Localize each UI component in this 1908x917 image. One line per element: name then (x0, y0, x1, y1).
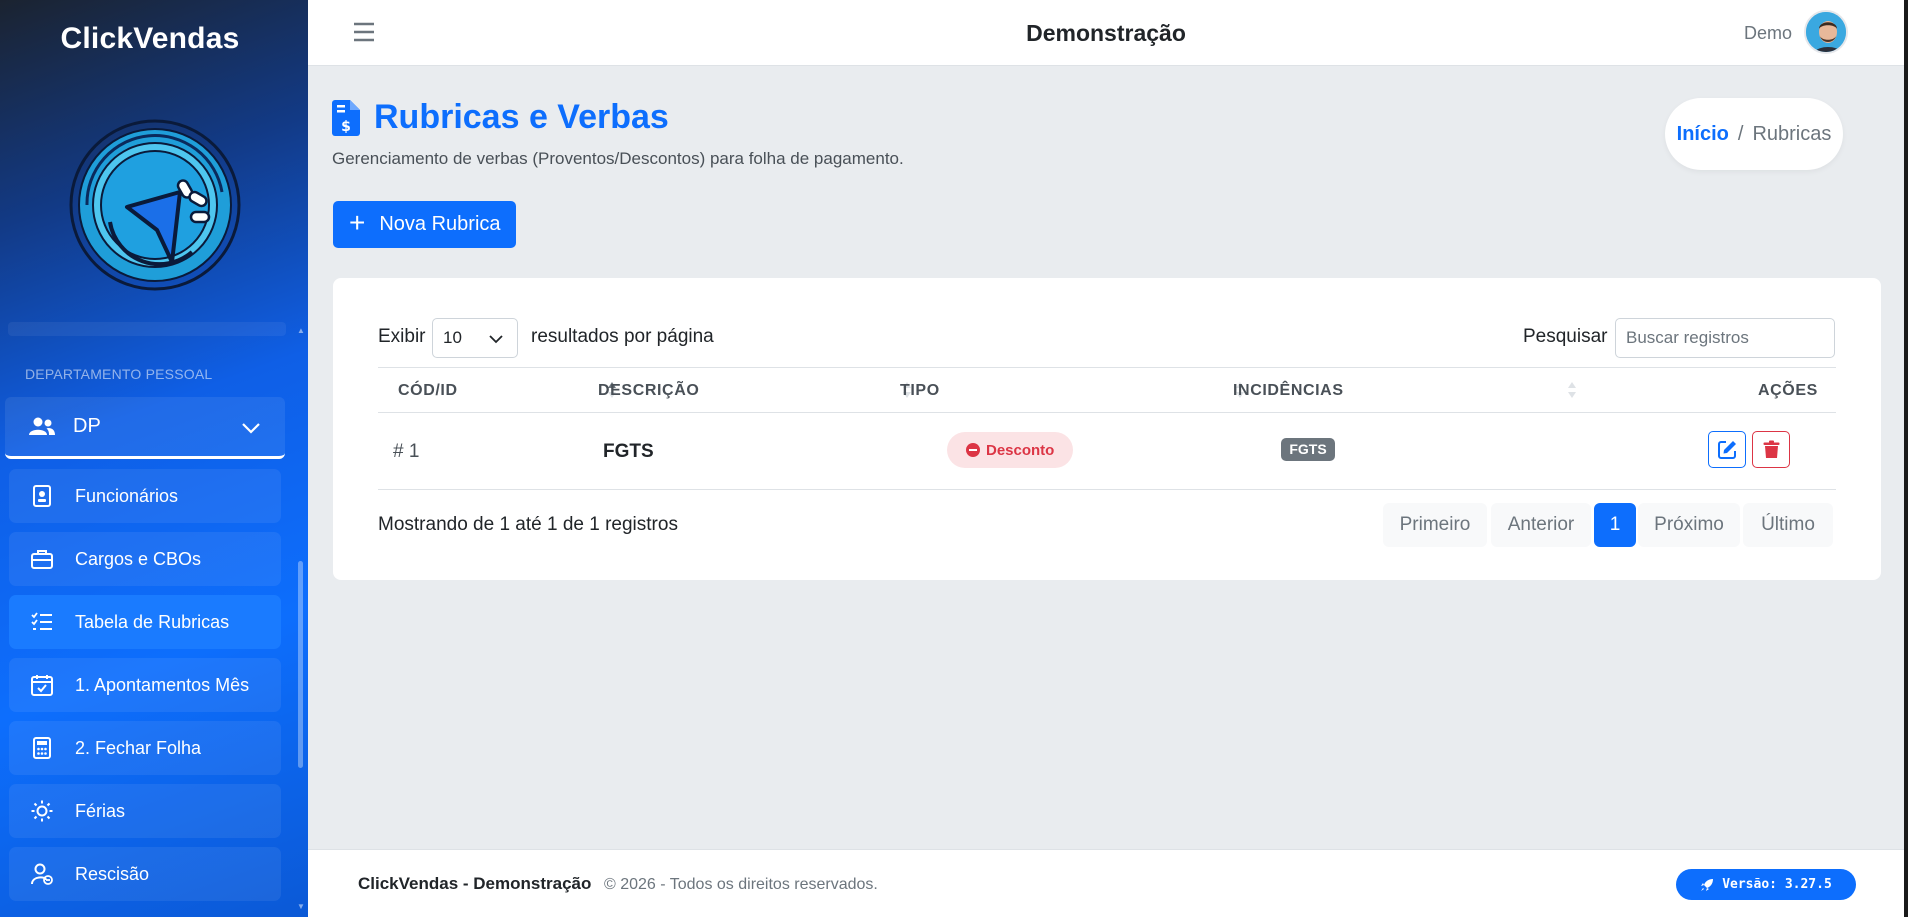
sidebar-divider (8, 322, 286, 336)
column-header-tipo[interactable]: TIPO (900, 382, 940, 400)
svg-text:$: $ (341, 119, 351, 135)
brand-logo (69, 119, 241, 291)
incidence-badge: FGTS (1281, 438, 1335, 461)
version-label: Versão: 3.27.5 (1722, 877, 1832, 892)
topbar: Demonstração Demo (308, 0, 1908, 66)
new-rubrica-label: Nova Rubrica (379, 213, 501, 235)
brand-name[interactable]: ClickVendas (0, 22, 300, 56)
page-title: Rubricas e Verbas (374, 98, 669, 136)
id-badge-icon (33, 485, 51, 507)
pagination-previous[interactable]: Anterior (1491, 503, 1591, 547)
sidebar-group-dp[interactable]: DP (5, 397, 285, 459)
sidebar-section-title: DEPARTAMENTO PESSOAL (25, 366, 213, 382)
badge-label: Desconto (986, 441, 1055, 459)
version-badge: Versão: 3.27.5 (1676, 869, 1856, 900)
footer-copyright: © 2026 - Todos os direitos reservados. (604, 876, 878, 893)
sidebar-scrollbar[interactable] (298, 561, 303, 768)
briefcase-icon (31, 550, 53, 569)
sidebar: ClickVendas DEPARTAMENTO PESSOAL DP Func… (0, 0, 308, 917)
sidebar-item-fechar-folha[interactable]: 2. Fechar Folha (9, 721, 281, 775)
user-avatar-icon (1806, 12, 1846, 52)
breadcrumb: Início / Rubricas (1665, 98, 1843, 170)
rocket-icon (1701, 878, 1714, 891)
breadcrumb-separator: / (1737, 122, 1744, 145)
sidebar-item-label: 1. Apontamentos Mês (75, 674, 250, 695)
page-length-select[interactable]: 10 (432, 318, 518, 358)
chevron-down-icon (242, 423, 260, 434)
calendar-check-icon (31, 675, 53, 696)
status-badge-desconto: Desconto (947, 432, 1073, 468)
pagination-first[interactable]: Primeiro (1383, 503, 1487, 547)
sort-icon[interactable] (1567, 380, 1577, 400)
sidebar-item-label: Cargos e CBOs (75, 548, 202, 569)
sidebar-item-label: Funcionários (75, 485, 179, 506)
avatar[interactable] (1804, 10, 1848, 54)
search-label: Pesquisar (1523, 326, 1608, 347)
window-edge (1904, 0, 1908, 917)
delete-button[interactable] (1752, 431, 1790, 468)
file-invoice-dollar-icon: $ (332, 100, 360, 136)
pagination-last[interactable]: Último (1743, 503, 1833, 547)
sidebar-item-ferias[interactable]: Férias (9, 784, 281, 838)
list-check-icon (31, 612, 52, 630)
company-title: Demonstração (1026, 20, 1186, 46)
sidebar-item-label: Rescisão (75, 863, 150, 884)
plus-icon: + (349, 207, 366, 238)
footer: ClickVendas - Demonstração © 2026 - Todo… (308, 849, 1908, 917)
sun-icon (31, 800, 53, 822)
breadcrumb-current: Rubricas (1752, 122, 1832, 145)
sidebar-item-cargos[interactable]: Cargos e CBOs (9, 532, 281, 586)
table-row: # 1 FGTS Desconto FGTS (378, 413, 1836, 490)
sidebar-group-label: DP (73, 415, 101, 437)
table-header: CÓD/ID DESCRIÇÃO TIPO INCIDÊNCIAS AÇÕES (378, 367, 1836, 413)
cell-descricao: FGTS (603, 441, 654, 462)
footer-brand: ClickVendas - Demonstração (358, 874, 592, 893)
users-icon (29, 417, 55, 435)
sidebar-item-rubricas[interactable]: Tabela de Rubricas (9, 595, 281, 649)
column-header-incidencias[interactable]: INCIDÊNCIAS (1233, 382, 1344, 400)
new-rubrica-button[interactable]: + Nova Rubrica (333, 201, 516, 248)
breadcrumb-home-link[interactable]: Início (1677, 123, 1729, 146)
trash-icon (1763, 440, 1780, 458)
sidebar-item-rescisao[interactable]: Rescisão (9, 847, 281, 901)
sidebar-item-apontamentos[interactable]: 1. Apontamentos Mês (9, 658, 281, 712)
page-subtitle: Gerenciamento de verbas (Proventos/Desco… (332, 149, 904, 168)
scroll-up-arrow[interactable]: ▲ (297, 326, 305, 335)
cell-id: # 1 (393, 441, 420, 462)
user-remove-icon (31, 863, 53, 885)
table-info: Mostrando de 1 até 1 de 1 registros (378, 514, 678, 535)
calculator-icon (33, 737, 51, 759)
chevron-down-icon (489, 335, 503, 344)
search-input[interactable] (1615, 318, 1835, 358)
pagination-page-1[interactable]: 1 (1594, 503, 1636, 547)
edit-icon (1718, 441, 1736, 459)
user-name[interactable]: Demo (1744, 23, 1792, 44)
minus-circle-icon (966, 443, 980, 457)
column-header-acoes: AÇÕES (1758, 382, 1818, 399)
sidebar-item-label: 2. Fechar Folha (75, 737, 202, 758)
page-length-suffix: resultados por página (531, 326, 714, 347)
rubricas-card: Exibir 10 resultados por página Pesquisa… (333, 278, 1881, 580)
edit-button[interactable] (1708, 431, 1746, 468)
page-length-label: Exibir (378, 326, 426, 347)
column-header-descricao[interactable]: DESCRIÇÃO (598, 382, 699, 400)
sidebar-item-label: Tabela de Rubricas (75, 611, 230, 632)
scroll-down-arrow[interactable]: ▼ (297, 902, 305, 911)
pagination-next[interactable]: Próximo (1638, 503, 1740, 547)
column-header-id[interactable]: CÓD/ID (398, 382, 458, 400)
sidebar-item-label: Férias (75, 800, 126, 821)
sidebar-item-funcionarios[interactable]: Funcionários (9, 469, 281, 523)
page-length-value: 10 (443, 328, 462, 347)
